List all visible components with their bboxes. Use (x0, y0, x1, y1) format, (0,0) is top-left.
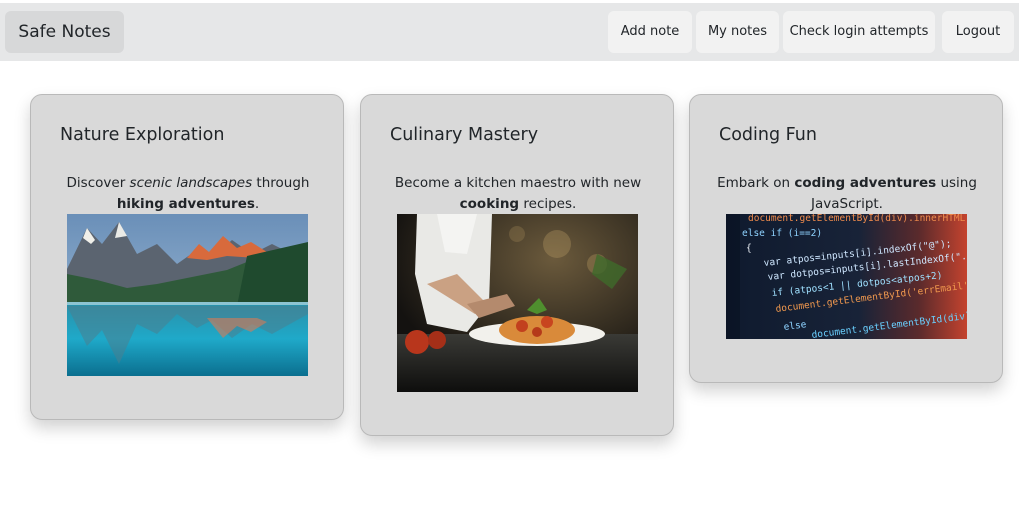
card-text-strong: cooking (459, 196, 520, 212)
card-culinary-mastery: Culinary Mastery Become a kitchen maestr… (360, 94, 674, 436)
card-text-part: recipes. (519, 196, 577, 212)
card-text: Become a kitchen maestro with new cookin… (381, 173, 655, 215)
card-text: Embark on coding adventures using JavaSc… (710, 173, 984, 215)
my-notes-button[interactable]: My notes (696, 11, 779, 53)
card-text-strong: hiking adventures (116, 196, 255, 212)
card-text-part: Discover (66, 175, 130, 191)
card-title: Coding Fun (719, 125, 817, 145)
code-line: else if (i==2) (742, 228, 822, 239)
card-coding-fun: Coding Fun Embark on coding adventures u… (689, 94, 1003, 383)
brand-link[interactable]: Safe Notes (5, 11, 124, 53)
code-line: { (746, 243, 752, 254)
code-screen-image: document.getElementById(div).innerHTML e… (726, 214, 967, 339)
check-login-attempts-button[interactable]: Check login attempts (783, 11, 935, 53)
card-text-part: . (254, 196, 260, 212)
code-line: document.getElementById(div).innerHTML (748, 214, 966, 224)
card-text-part: through (252, 175, 310, 191)
card-text-strong: coding adventures (794, 175, 937, 191)
card-title: Nature Exploration (60, 125, 225, 145)
card-text: Discover scenic landscapes through hikin… (51, 173, 325, 215)
chef-pasta-image (397, 214, 638, 392)
card-text-emphasis: scenic landscapes (129, 175, 253, 191)
card-text-part: Become a kitchen maestro with new (394, 175, 642, 191)
navbar: Safe Notes Add note My notes Check login… (0, 3, 1019, 61)
card-text-part: Embark on (717, 175, 795, 191)
card-nature-exploration: Nature Exploration Discover scenic lands… (30, 94, 344, 420)
mountain-lake-image (67, 214, 308, 376)
logout-button[interactable]: Logout (942, 11, 1014, 53)
card-title: Culinary Mastery (390, 125, 539, 145)
add-note-button[interactable]: Add note (608, 11, 692, 53)
